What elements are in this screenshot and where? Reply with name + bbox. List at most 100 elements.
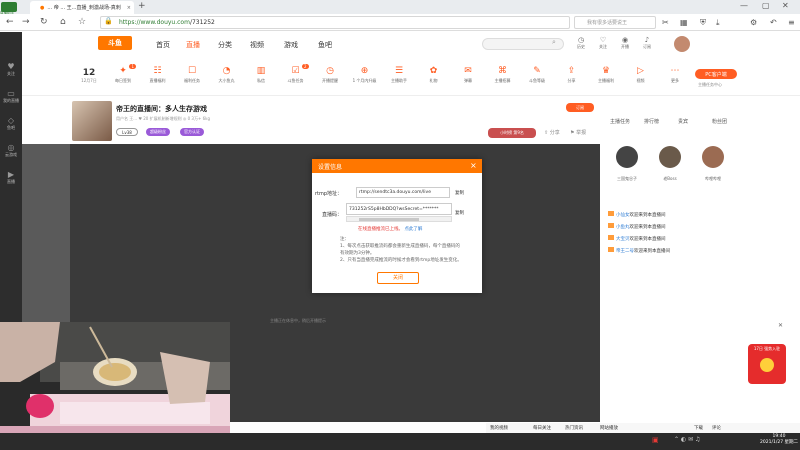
- panel-tab[interactable]: 贵宾: [678, 118, 688, 125]
- sidebar-item[interactable]: ◎ 云游戏: [0, 143, 22, 158]
- browser-tab[interactable]: ● ... 帝 ... 王...直播_刺激战场-真刺 ×: [30, 1, 134, 14]
- status-bar-item[interactable]: 热门资讯: [565, 425, 583, 431]
- status-bar-item[interactable]: 我的视频: [490, 425, 508, 431]
- scrollbar-thumb[interactable]: [359, 218, 419, 221]
- feature-item[interactable]: ◷ 开播提醒: [315, 66, 345, 84]
- pc-client-button[interactable]: PC客户端: [695, 69, 737, 79]
- nav-item[interactable]: 直播: [186, 40, 200, 50]
- tab-close-icon[interactable]: ×: [127, 5, 131, 11]
- learn-more-link[interactable]: 点此了解: [404, 227, 422, 232]
- feature-item[interactable]: ▷ 视频: [626, 66, 656, 84]
- home-icon[interactable]: ⌂: [60, 17, 66, 27]
- new-tab-icon[interactable]: +: [138, 1, 146, 11]
- nav-item[interactable]: 鱼吧: [318, 40, 332, 50]
- url-path: /731252: [189, 19, 215, 26]
- stream-key-scrollbar[interactable]: [346, 216, 452, 222]
- grid-icon[interactable]: ▦: [680, 18, 688, 27]
- feature-item[interactable]: ✉ 弹幕: [453, 66, 483, 84]
- site-logo[interactable]: 斗鱼: [98, 36, 132, 50]
- status-bar-item[interactable]: 评论: [712, 425, 721, 431]
- chat-user[interactable]: 小仙女: [616, 213, 630, 218]
- report-icon[interactable]: ⚑ 举报: [570, 129, 586, 136]
- feature-icon: ⊕: [360, 66, 369, 76]
- user-avatar[interactable]: [659, 146, 681, 168]
- dialog-close-icon[interactable]: ×: [470, 161, 477, 170]
- back-icon[interactable]: ←: [6, 17, 14, 27]
- fan-tag[interactable]: 超级粉丝: [146, 128, 170, 136]
- nav-item[interactable]: 分类: [218, 40, 232, 50]
- user-avatar[interactable]: [616, 146, 638, 168]
- shield-icon[interactable]: ⛨: [700, 18, 706, 28]
- key-copy-button[interactable]: 复制: [455, 210, 464, 216]
- feature-item[interactable]: ☰ 主播助手: [384, 66, 414, 84]
- undo-icon[interactable]: ↶: [770, 18, 777, 27]
- panel-tab[interactable]: 主播任务: [610, 118, 630, 125]
- user-avatar[interactable]: [674, 36, 690, 52]
- feature-item[interactable]: ⌘ 主播招募: [488, 66, 518, 84]
- feature-item[interactable]: ☷ 直播福利: [143, 66, 173, 84]
- feature-item[interactable]: ⋯ 更多: [660, 66, 690, 84]
- top-icon-button[interactable]: ◉ 开播: [615, 36, 635, 50]
- feature-item[interactable]: ✿ 礼物: [419, 66, 449, 84]
- stream-key-field[interactable]: 731252rS5p8HbDDQ?wsSecret=*******: [346, 203, 452, 215]
- download-icon[interactable]: ⤓: [716, 18, 720, 28]
- nav-item[interactable]: 游戏: [284, 40, 298, 50]
- feature-label: 直播福利: [149, 78, 166, 83]
- rank-badge[interactable]: 小时榜 第9名: [488, 128, 536, 138]
- reload-icon[interactable]: ↻: [40, 17, 48, 27]
- rtmp-copy-button[interactable]: 复制: [455, 190, 464, 196]
- status-bar-item[interactable]: 下载: [694, 425, 703, 431]
- status-bar-item[interactable]: 每日关注: [533, 425, 551, 431]
- system-clock[interactable]: 19:40 2021/1/27 星期二: [760, 434, 798, 445]
- sidebar-item[interactable]: ▶ 直播: [0, 170, 22, 185]
- chat-user[interactable]: 帝王二号: [616, 249, 634, 254]
- user-avatar[interactable]: [702, 146, 724, 168]
- feature-item[interactable]: ◔ 大小鱼丸: [212, 66, 242, 84]
- forward-icon[interactable]: →: [22, 17, 30, 27]
- bookmark-star-icon[interactable]: ☆: [78, 17, 86, 27]
- feature-item[interactable]: ▥ 私信: [246, 66, 276, 84]
- nav-item[interactable]: 视频: [250, 40, 264, 50]
- pc-client-sub: 主播任务中心: [698, 82, 722, 87]
- maximize-icon[interactable]: ▢: [762, 1, 770, 10]
- feature-item[interactable]: ☐ 福利任务: [177, 66, 207, 84]
- top-icon-button[interactable]: ◷ 历史: [571, 36, 591, 50]
- tray-app-icon[interactable]: ▣: [652, 436, 659, 444]
- nav-item[interactable]: 首页: [156, 40, 170, 50]
- top-icon-button[interactable]: ♡ 关注: [593, 36, 613, 50]
- date-box[interactable]: 12 12月7日: [80, 68, 98, 84]
- menu-icon[interactable]: ≡: [788, 18, 795, 27]
- feature-item[interactable]: ☑ 2 斗鱼任务: [281, 64, 311, 84]
- panel-tab[interactable]: 粉丝团: [712, 118, 727, 125]
- tray-icons[interactable]: ⌃ ◐ ✉ ♫: [674, 436, 700, 443]
- feature-label: 主播助手: [391, 78, 407, 83]
- feature-item[interactable]: ♛ 主播福利: [591, 66, 621, 84]
- feature-item[interactable]: ✎ 斗鱼等级: [522, 66, 552, 84]
- feature-item[interactable]: ✦ 1 每日签到: [108, 64, 138, 84]
- window-close-icon[interactable]: ✕: [782, 1, 789, 10]
- anchor-avatar[interactable]: [72, 101, 112, 141]
- promo-banner[interactable]: 17日 强势入驻: [748, 344, 786, 384]
- official-tag[interactable]: 官方认证: [180, 128, 204, 136]
- subscribe-button[interactable]: 订阅: [566, 103, 594, 112]
- rtmp-address-field[interactable]: rtmp://sendtc3a.douyu.com/live: [356, 187, 450, 198]
- status-bar-item[interactable]: 网站播放: [600, 425, 618, 431]
- browser-search-input[interactable]: 我有很多话要说王: [574, 16, 656, 29]
- settings-gear-icon[interactable]: ⚙: [750, 18, 757, 27]
- scissors-icon[interactable]: ✂: [662, 18, 669, 27]
- chat-user[interactable]: 大宝贝: [616, 237, 630, 242]
- chat-user[interactable]: 小鱼丸: [616, 225, 630, 230]
- promo-close-icon[interactable]: ✕: [778, 322, 783, 329]
- search-icon[interactable]: ⌕: [552, 38, 556, 47]
- dialog-close-button[interactable]: 关闭: [377, 272, 419, 284]
- sidebar-item[interactable]: ▭ 我的直播: [0, 89, 22, 104]
- url-bar[interactable]: https://www.douyu.com/731252: [100, 16, 570, 29]
- sidebar-item[interactable]: ◇ 鱼吧: [0, 116, 22, 131]
- feature-item[interactable]: ⊕ 1 个月内升级: [350, 66, 380, 84]
- sidebar-item[interactable]: ♥ 关注: [0, 62, 22, 77]
- minimize-icon[interactable]: —: [740, 1, 748, 10]
- top-icon-button[interactable]: ♪ 订阅: [637, 36, 657, 50]
- panel-tab[interactable]: 排行榜: [644, 118, 659, 125]
- feature-item[interactable]: ⇪ 分享: [557, 66, 587, 84]
- share-icon[interactable]: ⇪ 分享: [544, 129, 560, 136]
